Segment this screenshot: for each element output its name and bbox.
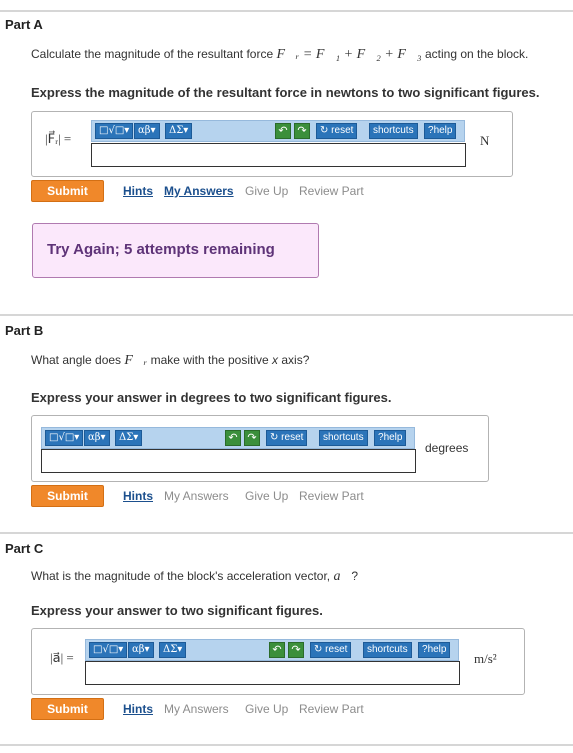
part-a-question: Calculate the magnitude of the resultant… — [31, 47, 528, 63]
part-a-instruction: Express the magnitude of the resultant f… — [31, 85, 540, 100]
part-b-equation-toolbar: □√□▾ αβ▾ ΔΣ▾ ↶ ↷ ↻ reset shortcuts ?help — [41, 427, 415, 449]
reset-button[interactable]: ↻ reset — [310, 642, 352, 658]
help-button[interactable]: ?help — [418, 642, 451, 658]
help-button[interactable]: ?help — [374, 430, 407, 446]
greek-button[interactable]: αβ▾ — [84, 430, 110, 446]
part-a-feedback-message: Try Again; 5 attempts remaining — [32, 223, 319, 278]
part-a-question-prefix: Calculate the magnitude of the resultant… — [31, 47, 277, 61]
part-a-my-answers-link[interactable]: My Answers — [164, 184, 234, 198]
part-c-title: Part C — [5, 541, 44, 556]
part-a-submit-button[interactable]: Submit — [31, 180, 104, 202]
part-a-review-part-link: Review Part — [299, 184, 364, 198]
template-button[interactable]: □√□▾ — [89, 642, 128, 658]
shortcuts-button[interactable]: shortcuts — [319, 430, 368, 446]
part-c-instruction: Express your answer to two significant f… — [31, 603, 323, 618]
part-b-answer-input[interactable] — [41, 449, 416, 473]
part-b-question-prefix: What angle does — [31, 353, 125, 367]
part-b-hints-link[interactable]: Hints — [123, 489, 153, 503]
part-a-answer-input[interactable] — [91, 143, 466, 167]
part-c-submit-button[interactable]: Submit — [31, 698, 104, 720]
symbols-button[interactable]: ΔΣ▾ — [115, 430, 143, 446]
part-c-question-suffix: ? — [351, 569, 359, 583]
redo-icon[interactable]: ↷ — [288, 642, 304, 658]
part-b-unit: degrees — [425, 441, 469, 455]
part-b-review-part-link: Review Part — [299, 489, 364, 503]
part-a-give-up-link: Give Up — [245, 184, 289, 198]
part-c-question-prefix: What is the magnitude of the block's acc… — [31, 569, 334, 583]
part-b-my-answers-link: My Answers — [164, 489, 229, 503]
symbols-button[interactable]: ΔΣ▾ — [159, 642, 187, 658]
redo-icon[interactable]: ↷ — [294, 123, 310, 139]
redo-icon[interactable]: ↷ — [244, 430, 260, 446]
part-b-instruction: Express your answer in degrees to two si… — [31, 390, 392, 405]
greek-button[interactable]: αβ▾ — [134, 123, 160, 139]
reset-icon: ↻ — [270, 432, 279, 443]
part-c-equation-toolbar: □√□▾ αβ▾ ΔΣ▾ ↶ ↷ ↻ reset shortcuts ?help — [85, 639, 459, 661]
part-c-answer-input[interactable] — [85, 661, 460, 685]
part-c-question: What is the magnitude of the block's acc… — [31, 569, 358, 585]
undo-icon[interactable]: ↶ — [225, 430, 241, 446]
part-a-question-suffix: acting on the block. — [421, 47, 529, 61]
undo-icon[interactable]: ↶ — [269, 642, 285, 658]
reset-icon: ↻ — [320, 125, 329, 136]
reset-button[interactable]: ↻ reset — [316, 123, 358, 139]
part-c-review-part-link: Review Part — [299, 702, 364, 716]
separator-b — [0, 314, 573, 316]
part-a-unit: N — [480, 133, 490, 148]
shortcuts-button[interactable]: shortcuts — [363, 642, 412, 658]
part-a-title: Part A — [5, 17, 43, 32]
part-c-question-math: a⃗ — [333, 569, 352, 584]
shortcuts-button[interactable]: shortcuts — [369, 123, 418, 139]
part-c-unit: m/s² — [474, 651, 497, 666]
part-a-equation-toolbar: □√□▾ αβ▾ ΔΣ▾ ↶ ↷ ↻ reset shortcuts ?help — [91, 120, 465, 142]
symbols-button[interactable]: ΔΣ▾ — [165, 123, 193, 139]
undo-icon[interactable]: ↶ — [275, 123, 291, 139]
part-b-title: Part B — [5, 323, 44, 338]
greek-button[interactable]: αβ▾ — [128, 642, 154, 658]
part-c-answer-label: |a⃗| = — [50, 650, 74, 665]
reset-button[interactable]: ↻ reset — [266, 430, 308, 446]
template-button[interactable]: □√□▾ — [95, 123, 134, 139]
separator-top — [0, 10, 573, 12]
separator-c — [0, 532, 573, 534]
part-c-give-up-link: Give Up — [245, 702, 289, 716]
part-c-hints-link[interactable]: Hints — [123, 702, 153, 716]
part-b-question: What angle does F⃗ᵣ make with the positi… — [31, 353, 309, 369]
template-button[interactable]: □√□▾ — [45, 430, 84, 446]
reset-icon: ↻ — [314, 644, 323, 655]
part-a-question-math: F⃗ᵣ = F⃗₁ + F⃗₂ + F⃗₃ — [276, 47, 422, 62]
separator-bottom — [0, 744, 573, 746]
part-b-question-math: F⃗ᵣ — [124, 353, 148, 368]
part-b-question-suffix-a: make with the positive — [147, 353, 273, 367]
part-a-hints-link[interactable]: Hints — [123, 184, 153, 198]
part-b-question-suffix-b: axis? — [278, 353, 310, 367]
part-c-my-answers-link: My Answers — [164, 702, 229, 716]
part-b-submit-button[interactable]: Submit — [31, 485, 104, 507]
part-a-answer-label: |F⃗ᵣ| = — [45, 131, 72, 146]
part-b-give-up-link: Give Up — [245, 489, 289, 503]
help-button[interactable]: ?help — [424, 123, 457, 139]
